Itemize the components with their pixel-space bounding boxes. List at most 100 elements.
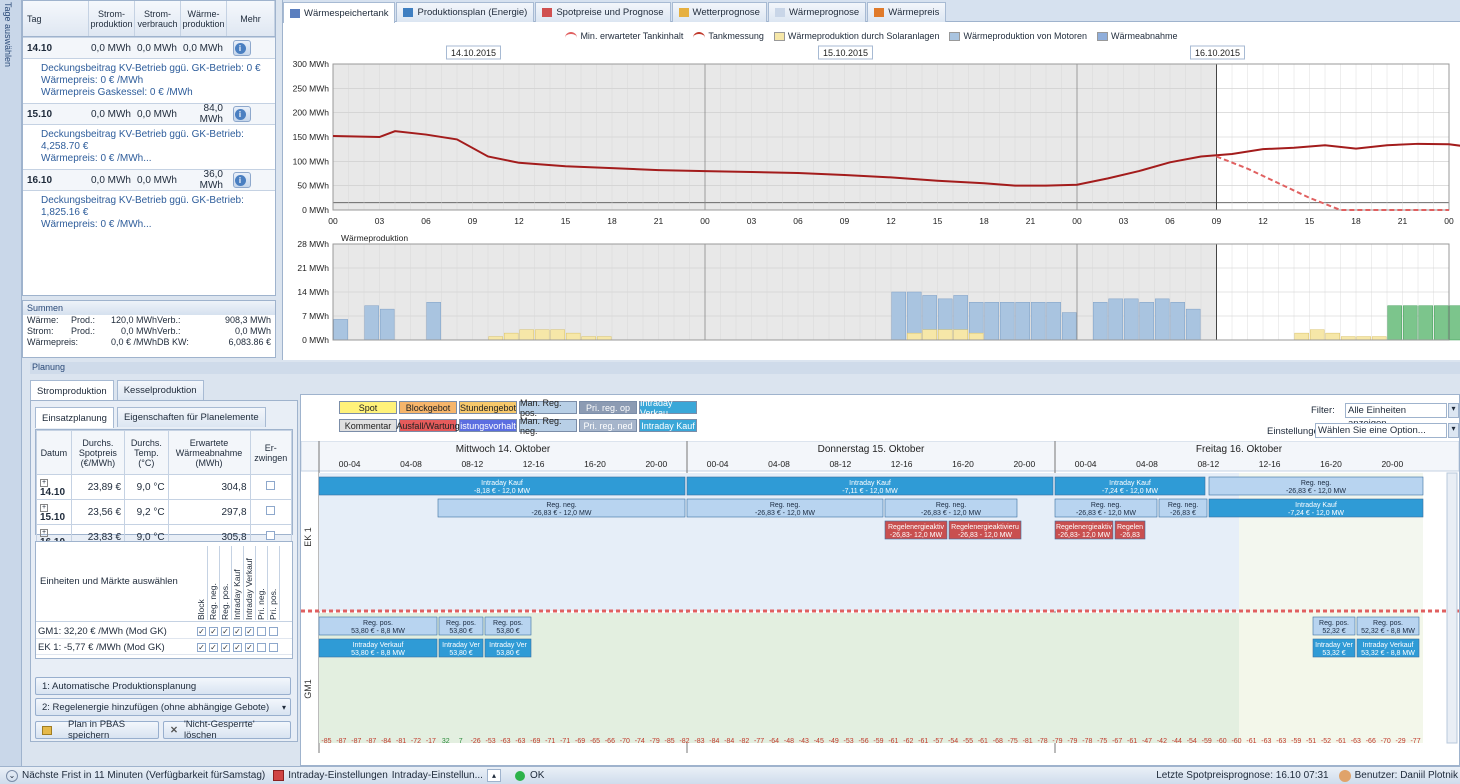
day-row[interactable]: 16.10 0,0 MWh 0,0 MWh 36,0 MWh i (23, 169, 275, 191)
unit-market-checkbox[interactable]: ✓ (233, 643, 242, 652)
gantt-bar[interactable]: Regelenergieaktiv-26,83- 12,0 MW (1054, 520, 1114, 540)
erzwingen-cell[interactable] (249, 499, 293, 525)
gantt-bar[interactable]: Reg. neg.-26,83 € - 12,0 MW (1208, 476, 1424, 496)
gantt-bar[interactable]: Intraday Kauf-7,11 € - 12,0 MW (686, 476, 1054, 496)
unit-market-checkbox[interactable]: ✓ (245, 643, 254, 652)
subtab-einsatzplanung[interactable]: Einsatzplanung (35, 407, 114, 428)
legend-filter-button[interactable]: Blockgebot (399, 401, 457, 414)
gantt-bar[interactable]: Intraday Ver53,80 € (438, 638, 484, 658)
erzwingen-checkbox[interactable] (266, 481, 276, 490)
gantt-bar[interactable]: Reg. pos.52,32 € (1312, 616, 1356, 636)
day-selector-strip[interactable]: Tage auswählen (0, 0, 22, 766)
chevron-up-icon[interactable]: ▴ (486, 769, 501, 782)
erzwingen-checkbox[interactable] (266, 531, 276, 540)
price-value: -26 (471, 738, 481, 745)
chart-area[interactable]: 14.10.2015 15.10.2015 16.10.2015 0 MWh 50 MW… (283, 44, 1460, 360)
subtab-eigenschaften[interactable]: Eigenschaften für Planelemente (116, 407, 266, 427)
unit-market-checkbox[interactable] (269, 643, 278, 652)
more-info-button[interactable]: i (233, 40, 251, 56)
chart-tab[interactable]: Wetterprognose (671, 2, 767, 22)
expand-icon[interactable]: + (40, 504, 48, 512)
save-pbas-button[interactable]: Plan in PBAS speichern (35, 719, 159, 741)
delete-unlocked-button[interactable]: ✕ 'Nicht-Gesperrte' löschen (163, 719, 291, 741)
gantt-bar[interactable]: Reg. neg.-26,83 € - 12,0 MW (686, 498, 884, 518)
gantt-bar[interactable]: Regelen-26,83 (1114, 520, 1146, 540)
einsatz-row[interactable]: +15.10 23,56 € 9,2 °C 297,8 (36, 499, 293, 525)
legend-filter-button[interactable]: Man. Reg. neg. (519, 416, 577, 436)
auto-plan-button[interactable]: 1: Automatische Produktionsplanung (35, 677, 291, 695)
unit-market-checkbox[interactable]: ✓ (221, 627, 230, 636)
unit-market-checkbox[interactable] (257, 627, 266, 636)
day-row[interactable]: 14.10 0,0 MWh 0,0 MWh 0,0 MWh i (23, 37, 275, 59)
settings-dropdown-icon[interactable]: ▾ (1448, 423, 1459, 438)
erzwingen-checkbox[interactable] (266, 506, 276, 515)
settings-select[interactable]: Wählen Sie eine Option... (1315, 423, 1447, 438)
expand-icon[interactable]: + (40, 529, 48, 537)
expand-icon[interactable]: + (40, 479, 48, 487)
legend-filter-button[interactable]: istungsvorhalt (459, 419, 517, 432)
gantt-bar[interactable]: Regelenergieaktiv-26,83- 12,0 MW (884, 520, 948, 540)
units-grid: Einheiten und Märkte auswählen Block Reg. … (35, 541, 293, 659)
gantt-bar[interactable]: Reg. pos.52,32 € - 8,8 MW (1356, 616, 1420, 636)
erzwingen-cell[interactable] (249, 474, 293, 500)
einsatz-cell[interactable]: 304,8 (167, 474, 251, 500)
add-regelenergie-button[interactable]: 2: Regelenergie hinzufügen (ohne abhängi… (35, 698, 291, 716)
gantt-bar[interactable]: Reg. pos.53,80 € - 8,8 MW (318, 616, 438, 636)
unit-market-checkbox[interactable]: ✓ (197, 643, 206, 652)
gantt-bar[interactable]: Intraday Kauf-7,24 € - 12,0 MW (1208, 498, 1424, 518)
day-date: 16.10 (27, 174, 53, 186)
gantt-bar[interactable]: Intraday Verkauf53,80 € - 8,8 MW (318, 638, 438, 658)
more-info-button[interactable]: i (233, 172, 251, 188)
vertical-scrollbar[interactable] (1446, 472, 1458, 744)
col-header-mehr: Mehr (227, 1, 275, 36)
chart-tab[interactable]: Wärmepreis (867, 2, 947, 22)
gantt-bar[interactable]: Reg. neg.-26,83 € (1158, 498, 1208, 518)
gantt-bar[interactable]: Intraday Kauf-8,18 € - 12,0 MW (318, 476, 686, 496)
einsatz-cell[interactable]: 297,8 (167, 499, 251, 525)
tab-stromproduktion[interactable]: Stromproduktion (30, 380, 114, 401)
unit-market-checkbox[interactable]: ✓ (221, 643, 230, 652)
filter-dropdown-icon[interactable]: ▾ (1448, 403, 1459, 418)
gantt-bar[interactable]: Reg. neg.-26,83 € - 12,0 MW (1054, 498, 1158, 518)
legend-filter-button[interactable]: Kommentar (339, 419, 397, 432)
bar-w-rmeproduktion-durch-solaranlagen (922, 329, 937, 341)
chart-tab[interactable]: Spotpreise und Prognose (535, 2, 671, 22)
chevron-down-icon[interactable]: ▾ (282, 703, 286, 712)
tab-kesselproduktion[interactable]: Kesselproduktion (116, 380, 204, 400)
legend-filter-button[interactable]: Intraday Verkau (639, 398, 697, 418)
gantt-bar[interactable]: Reg. neg.-26,83 € - 12,0 MW (437, 498, 686, 518)
einsatz-row[interactable]: +14.10 23,89 € 9,0 °C 304,8 (36, 474, 293, 500)
legend-filter-button[interactable]: Spot (339, 401, 397, 414)
unit-market-checkbox[interactable] (269, 627, 278, 636)
chart-tab[interactable]: Wärmeprognose (767, 2, 867, 22)
unit-market-checkbox[interactable]: ✓ (209, 627, 218, 636)
day-row[interactable]: 15.10 0,0 MWh 0,0 MWh 84,0 MWh i (23, 103, 275, 125)
gantt-chart[interactable]: Mittwoch 14. Oktober 00-04 04-08 08-12 12-16… (301, 441, 1459, 765)
filter-select[interactable]: Alle Einheiten anzeigen (1345, 403, 1447, 429)
unit-market-checkbox[interactable]: ✓ (245, 627, 254, 636)
chart-tab[interactable]: Produktionsplan (Energie) (396, 2, 535, 22)
legend-filter-button[interactable]: Pri. reg. ned (579, 419, 637, 432)
unit-market-checkbox[interactable]: ✓ (233, 627, 242, 636)
legend-filter-button[interactable]: Man. Reg. pos. (519, 398, 577, 418)
gantt-bar[interactable]: Intraday Verkauf53,32 € - 8,8 MW (1356, 638, 1420, 658)
intraday-settings-value[interactable]: Intraday-Einstellun... (392, 770, 483, 781)
legend-filter-button[interactable]: Ausfall/Wartung (396, 419, 460, 432)
gantt-slot-label: 12-16 (1259, 459, 1281, 469)
gantt-bar[interactable]: Intraday Ver53,80 € (484, 638, 532, 658)
chevron-down-icon[interactable]: ⌄ (6, 769, 18, 782)
legend-filter-button[interactable]: Stundengebot (459, 401, 517, 414)
unit-market-checkbox[interactable]: ✓ (209, 643, 218, 652)
legend-filter-button[interactable]: Intraday Kauf (639, 419, 697, 432)
unit-market-checkbox[interactable] (257, 643, 266, 652)
unit-market-checkbox[interactable]: ✓ (197, 627, 206, 636)
gantt-bar[interactable]: Reg. pos.53,80 € (484, 616, 532, 636)
gantt-bar[interactable]: Regelenergieaktivieru-26,83 - 12,0 MW (948, 520, 1022, 540)
chart-tab[interactable]: Wärmespeichertank (283, 2, 396, 23)
gantt-bar[interactable]: Intraday Kauf-7,24 € - 12,0 MW (1054, 476, 1206, 496)
legend-filter-button[interactable]: Pri. reg. op (579, 401, 637, 414)
gantt-bar[interactable]: Reg. neg.-26,83 € - 12,0 MW (884, 498, 1018, 518)
gantt-bar[interactable]: Intraday Ver53,32 € (1312, 638, 1356, 658)
gantt-bar[interactable]: Reg. pos.53,80 € (438, 616, 484, 636)
more-info-button[interactable]: i (233, 106, 251, 122)
